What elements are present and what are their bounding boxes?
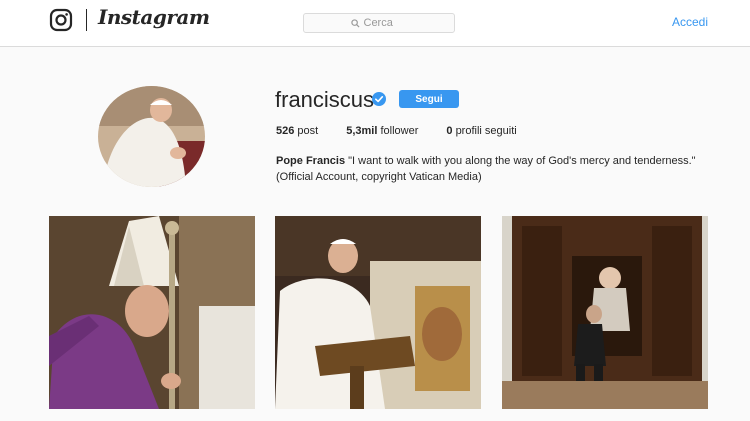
- stat-following-label: profili seguiti: [455, 125, 517, 137]
- top-navigation-bar: Instagram Accedi: [0, 0, 750, 47]
- stat-posts: 526 post: [276, 125, 318, 137]
- profile-username: franciscus: [275, 87, 375, 112]
- bio-name: Pope Francis: [276, 155, 346, 167]
- stat-following-value: 0: [446, 125, 453, 137]
- stat-posts-value: 526: [276, 125, 295, 137]
- stat-following[interactable]: 0 profili seguiti: [446, 125, 516, 137]
- login-link[interactable]: Accedi: [672, 15, 708, 29]
- post-thumbnail[interactable]: [49, 216, 255, 409]
- profile-bio: Pope Francis "I want to walk with you al…: [276, 153, 696, 185]
- stat-posts-label: post: [297, 125, 319, 137]
- search-icon: [350, 18, 360, 28]
- stat-followers-label: follower: [380, 125, 419, 137]
- post-thumbnail[interactable]: [502, 216, 708, 409]
- search-input[interactable]: [363, 17, 408, 29]
- stat-followers-value: 5,3mil: [346, 125, 378, 137]
- bio-text: "I want to walk with you along the way o…: [348, 155, 696, 167]
- profile-avatar[interactable]: [98, 86, 205, 187]
- search-box[interactable]: [303, 13, 455, 33]
- follow-button[interactable]: Segui: [399, 90, 459, 108]
- instagram-camera-icon[interactable]: [49, 8, 73, 32]
- bio-copyright: (Official Account, copyright Vatican Med…: [276, 171, 482, 183]
- post-thumbnail[interactable]: [275, 216, 481, 409]
- logo-divider: [86, 9, 87, 31]
- instagram-wordmark[interactable]: Instagram: [98, 5, 210, 29]
- profile-stats: 526 post 5,3mil follower 0 profili segui…: [276, 125, 545, 137]
- stat-followers[interactable]: 5,3mil follower: [346, 125, 418, 137]
- verified-badge-icon: [372, 92, 386, 106]
